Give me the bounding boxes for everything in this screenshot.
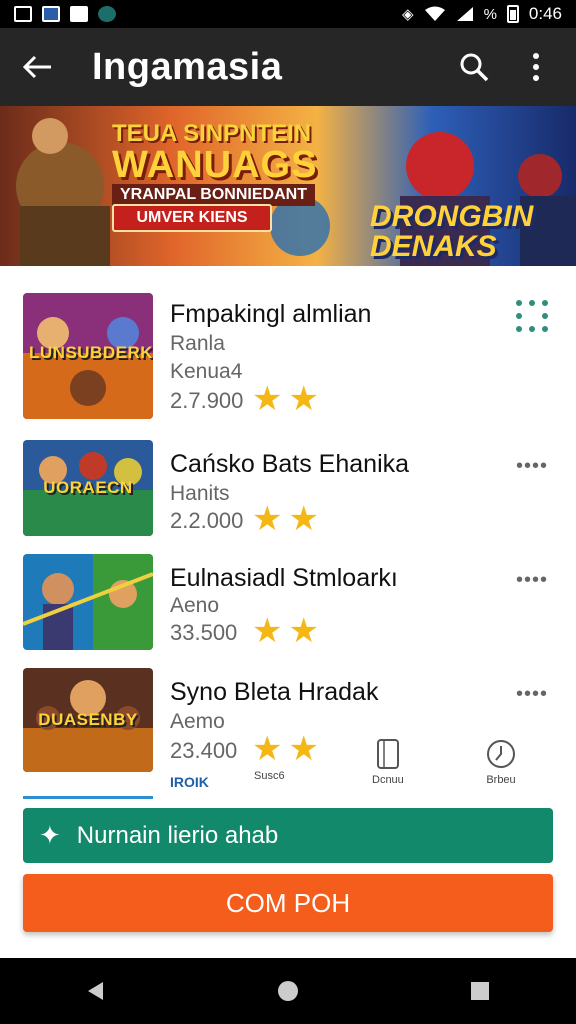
- pin-icon: ✦: [39, 820, 61, 850]
- nav-back-button[interactable]: [76, 971, 116, 1011]
- item-developer: Hanits: [170, 482, 230, 505]
- arrow-left-icon: [23, 55, 51, 79]
- star-icon: ★: [288, 500, 319, 538]
- item-title: Cańsko Bats Ehanika: [170, 450, 410, 478]
- game-thumbnail: LUNSUBDERK1: [23, 293, 153, 419]
- item-more-button[interactable]: ••••: [512, 454, 552, 477]
- list-item[interactable]: LUNSUBDERK1 Fmpakingl almlian Ranla Kenu…: [0, 290, 576, 419]
- more-horiz-icon: ••••: [515, 682, 548, 705]
- triangle-back-icon: [88, 982, 103, 1000]
- thumbnail-caption: LUNSUBDERK1: [29, 343, 153, 363]
- banner-subtitle: YRANPAL BONNIEDANT: [112, 184, 315, 206]
- game-thumbnail: [23, 554, 153, 650]
- item-developer: Aeno: [170, 594, 220, 617]
- bottom-tabs: Susc6 Dcnuu Brbeu: [160, 738, 560, 794]
- tab-label: Dcnuu: [372, 774, 404, 786]
- star-icon: ★: [252, 380, 283, 418]
- secondary-action-button[interactable]: COM POH: [23, 874, 553, 932]
- square-recents-icon: [471, 982, 489, 1000]
- status-bar: ◈ % 0:46: [0, 0, 576, 28]
- more-horiz-icon: ••••: [515, 454, 548, 477]
- tab-label: Brbeu: [486, 774, 516, 786]
- game-thumbnail: UORAECN: [23, 440, 153, 536]
- clock-icon: [487, 740, 515, 768]
- item-downloads: 2.2.000: [170, 508, 244, 533]
- vibrate-icon: ◈: [402, 5, 414, 23]
- wifi-icon: [424, 6, 445, 21]
- banner-logo: DRONGBIN DENAKS: [370, 200, 534, 263]
- rating-stars: ★ ★: [252, 502, 319, 536]
- circle-home-icon: [278, 981, 298, 1001]
- grid-dots-button[interactable]: [516, 300, 550, 334]
- signal-icon: [456, 7, 473, 21]
- percent-icon: %: [483, 5, 497, 23]
- back-button[interactable]: [20, 49, 56, 85]
- thumbnail-caption: UORAECN: [43, 478, 133, 498]
- battery-icon: [506, 5, 519, 23]
- secondary-action-label: COM POH: [225, 887, 351, 918]
- item-title: Syno Bleta Hradak: [170, 678, 379, 706]
- thumbnail-caption: DUASENBY: [38, 709, 138, 729]
- item-title: Eulnasiadl Stmloarkı: [170, 564, 398, 592]
- item-downloads: 33.500: [170, 620, 238, 645]
- status-system: ◈ % 0:46: [402, 4, 562, 24]
- status-time: 0:46: [528, 4, 562, 23]
- gallery-icon: [14, 6, 32, 22]
- grid-dots-icon: [516, 300, 522, 306]
- tab-brbeu[interactable]: Brbeu: [485, 738, 517, 786]
- item-downloads: 2.7.900: [170, 388, 244, 413]
- star-icon: ★: [288, 612, 319, 650]
- banner-cta-button[interactable]: UMVER KIENS: [112, 204, 272, 232]
- browser-icon: [42, 6, 60, 22]
- item-developer: Aemo: [170, 710, 225, 733]
- more-horiz-icon: ••••: [515, 568, 548, 591]
- primary-action-label: Nurnain lierio ahab: [76, 821, 279, 849]
- app-bar: Ingamasia: [0, 28, 576, 106]
- list-item[interactable]: UORAECN Cańsko Bats Ehanika Hanits 2.2.0…: [0, 440, 576, 550]
- bag-icon: [70, 6, 88, 22]
- item-more-button[interactable]: ••••: [512, 568, 552, 591]
- search-button[interactable]: [454, 47, 494, 87]
- game-thumbnail: DUASENBY: [23, 668, 153, 772]
- nav-home-button[interactable]: [268, 971, 308, 1011]
- primary-action-button[interactable]: ✦ Nurnain lierio ahab: [23, 808, 553, 863]
- phone-icon: [376, 739, 399, 769]
- tab-susc6[interactable]: Susc6: [254, 766, 285, 782]
- item-more-button[interactable]: ••••: [512, 682, 552, 705]
- banner-title: WANUAGS: [112, 144, 318, 186]
- star-icon: ★: [252, 612, 283, 650]
- list-item[interactable]: Eulnasiadl Stmloarkı Aeno 33.500 ★ ★ ••••: [0, 554, 576, 664]
- system-nav-bar: [0, 958, 576, 1024]
- status-notifications: [14, 6, 116, 22]
- tab-dcnuu[interactable]: Dcnuu: [372, 738, 404, 786]
- tab-label: Susc6: [254, 770, 285, 782]
- rating-stars: ★ ★: [252, 382, 319, 416]
- item-developer: Ranla: [170, 332, 225, 355]
- page-title: Ingamasia: [92, 45, 283, 88]
- search-icon: [460, 53, 489, 82]
- more-vert-icon: [533, 53, 539, 81]
- avatar-icon: [98, 6, 116, 22]
- overflow-menu-button[interactable]: [516, 47, 556, 87]
- tab-indicator: [23, 796, 153, 799]
- rating-stars: ★ ★: [252, 614, 319, 648]
- item-category: Kenua4: [170, 360, 243, 383]
- star-icon: ★: [252, 500, 283, 538]
- nav-recents-button[interactable]: [460, 971, 500, 1011]
- item-title: Fmpakingl almlian: [170, 300, 372, 328]
- star-icon: ★: [288, 380, 319, 418]
- promo-banner[interactable]: TEUA SINPNTEIN WANUAGS YRANPAL BONNIEDAN…: [0, 106, 576, 266]
- thumbnail-art: [23, 554, 153, 650]
